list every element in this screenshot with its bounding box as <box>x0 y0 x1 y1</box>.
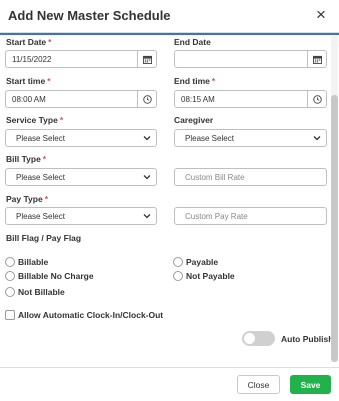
scrollbar-thumb[interactable] <box>331 95 338 362</box>
start-date-label-text: Start Date <box>6 37 47 47</box>
auto-clock-checkbox[interactable] <box>5 310 15 320</box>
radio-billable-no-charge[interactable] <box>5 271 15 281</box>
service-type-select[interactable]: Please Select <box>5 129 157 147</box>
custom-pay-rate-placeholder: Custom Pay Rate <box>185 212 248 221</box>
pay-type-select[interactable]: Please Select <box>5 207 157 225</box>
radio-not-billable-label: Not Billable <box>18 287 65 297</box>
start-time-field[interactable]: 08:00 AM <box>5 90 157 108</box>
add-master-schedule-dialog: Add New Master Schedule × Start Date * En… <box>0 0 339 401</box>
close-icon[interactable]: × <box>313 6 329 24</box>
close-button[interactable]: Close <box>237 375 280 394</box>
chevron-down-icon <box>143 175 151 180</box>
end-time-value: 08:15 AM <box>181 95 215 104</box>
auto-publish-label: Auto Publish <box>281 334 334 344</box>
start-time-label-text: Start time <box>6 76 46 86</box>
start-date-value: 11/15/2022 <box>12 55 52 64</box>
chevron-down-icon <box>143 136 151 141</box>
auto-publish-toggle[interactable] <box>242 331 275 346</box>
chevron-down-icon <box>143 214 151 219</box>
start-time-label: Start time * <box>6 76 51 86</box>
radio-billable[interactable] <box>5 257 15 267</box>
required-marker: * <box>44 194 49 204</box>
radio-not-billable[interactable] <box>5 287 15 297</box>
dialog-title: Add New Master Schedule <box>8 8 171 23</box>
service-type-label-text: Service Type <box>6 115 58 125</box>
radio-billable-no-charge-label: Billable No Charge <box>18 271 94 281</box>
start-time-value: 08:00 AM <box>12 95 46 104</box>
required-marker: * <box>42 154 47 164</box>
end-time-field[interactable]: 08:15 AM <box>174 90 327 108</box>
bill-type-label: Bill Type * <box>6 154 46 164</box>
caregiver-label: Caregiver <box>174 115 214 125</box>
caregiver-value: Please Select <box>185 134 234 143</box>
radio-payable-label: Payable <box>186 257 219 267</box>
calendar-icon[interactable] <box>307 51 326 67</box>
top-accent-line <box>0 33 339 35</box>
caregiver-select[interactable]: Please Select <box>174 129 327 147</box>
toggle-knob <box>244 333 255 344</box>
radio-payable[interactable] <box>173 257 183 267</box>
pay-type-label: Pay Type * <box>6 194 48 204</box>
custom-bill-rate-placeholder: Custom Bill Rate <box>185 173 245 182</box>
save-button[interactable]: Save <box>290 375 331 394</box>
service-type-label: Service Type * <box>6 115 63 125</box>
required-marker: * <box>47 76 51 86</box>
required-marker: * <box>59 115 64 125</box>
dialog-header: Add New Master Schedule × <box>0 0 339 33</box>
service-type-value: Please Select <box>16 134 65 143</box>
required-marker: * <box>48 37 52 47</box>
end-time-label-text: End time <box>174 76 210 86</box>
radio-not-payable-label: Not Payable <box>186 271 235 281</box>
clock-icon[interactable] <box>137 91 156 107</box>
bill-pay-flag-label: Bill Flag / Pay Flag <box>6 233 82 243</box>
chevron-down-icon <box>313 136 321 141</box>
bill-type-label-text: Bill Type <box>6 154 41 164</box>
required-marker: * <box>211 76 216 86</box>
radio-not-payable[interactable] <box>173 271 183 281</box>
end-time-label: End time * <box>174 76 215 86</box>
end-date-label: End Date <box>174 37 211 47</box>
custom-pay-rate-input[interactable]: Custom Pay Rate <box>174 207 327 225</box>
auto-clock-label: Allow Automatic Clock-In/Clock-Out <box>18 310 164 320</box>
start-date-field[interactable]: 11/15/2022 <box>5 50 157 68</box>
clock-icon[interactable] <box>307 91 326 107</box>
end-date-field[interactable] <box>174 50 327 68</box>
dialog-footer: Close Save <box>0 367 339 401</box>
bill-type-select[interactable]: Please Select <box>5 168 157 186</box>
bill-type-value: Please Select <box>16 173 65 182</box>
radio-billable-label: Billable <box>18 257 49 267</box>
custom-bill-rate-input[interactable]: Custom Bill Rate <box>174 168 327 186</box>
pay-type-value: Please Select <box>16 212 65 221</box>
calendar-icon[interactable] <box>137 51 156 67</box>
start-date-label: Start Date * <box>6 37 51 47</box>
pay-type-label-text: Pay Type <box>6 194 43 204</box>
